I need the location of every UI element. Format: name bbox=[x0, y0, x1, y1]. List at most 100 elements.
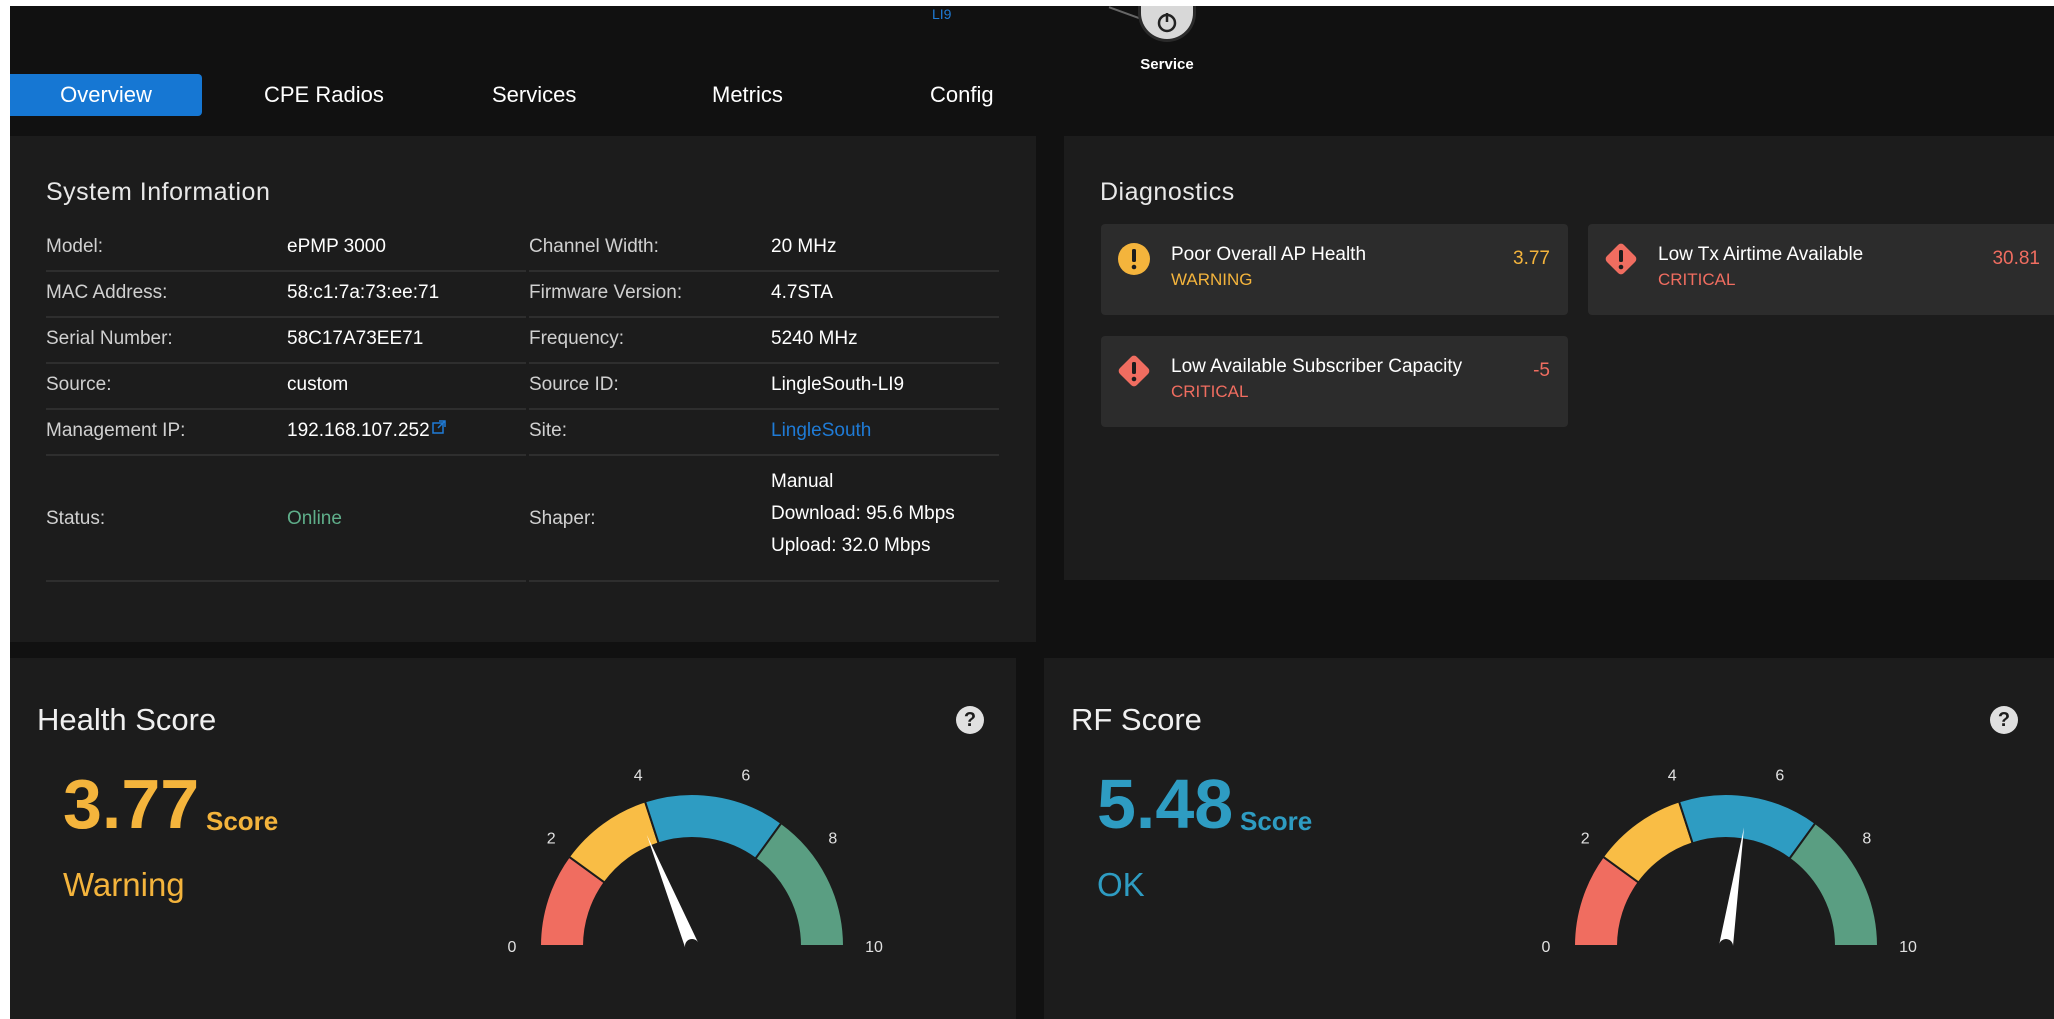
tab-bar: Overview CPE Radios Services Metrics Con… bbox=[10, 74, 1010, 122]
diagnostic-card[interactable]: Low Available Subscriber Capacity CRITIC… bbox=[1101, 336, 1568, 427]
gauge-tick-label: 8 bbox=[828, 831, 837, 848]
info-row-site: Site: LingleSouth bbox=[529, 410, 999, 456]
external-link-icon[interactable] bbox=[431, 420, 446, 434]
gauge-tick-label: 2 bbox=[1581, 831, 1590, 848]
rf-score-gauge: 0 2 4 6 8 10 bbox=[1542, 768, 1917, 956]
info-row-source-id: Source ID: LingleSouth-LI9 bbox=[529, 364, 999, 410]
info-label: Model: bbox=[46, 236, 104, 257]
info-row-source: Source: custom bbox=[46, 364, 526, 410]
health-score-gauge: 0 2 4 6 8 10 bbox=[508, 768, 883, 956]
info-row-firmware-version: Firmware Version: 4.7STA bbox=[529, 272, 999, 318]
health-score-unit: Score bbox=[206, 806, 279, 836]
info-row-channel-width: Channel Width: 20 MHz bbox=[529, 226, 999, 272]
critical-diamond-icon bbox=[1605, 243, 1637, 275]
shaper-mode: Manual bbox=[771, 471, 834, 492]
info-label: Management IP: bbox=[46, 420, 186, 441]
health-score-panel: Health Score ? 3.77 Score Warning 0 2 4 6 8 1… bbox=[10, 658, 1016, 1019]
management-ip-value: 192.168.107.252 bbox=[287, 420, 430, 441]
gauge-segment bbox=[1677, 793, 1817, 861]
app-screen: LI9 Service Overview CPE Radios Services… bbox=[10, 6, 2054, 1019]
diagnostic-level: CRITICAL bbox=[1171, 382, 1249, 401]
topology-link-label[interactable]: LI9 bbox=[932, 6, 951, 22]
gauge-tick-label: 0 bbox=[508, 939, 517, 956]
rf-score-value: 5.48 bbox=[1097, 765, 1234, 843]
gauge-tick-label: 4 bbox=[1668, 768, 1677, 785]
diagnostics-panel: Diagnostics Poor Overall AP Health WARNI… bbox=[1064, 136, 2054, 580]
info-value: LingleSouth-LI9 bbox=[771, 374, 905, 395]
diagnostic-value: 3.77 bbox=[1513, 248, 1550, 269]
shaper-upload: Upload: 32.0 Mbps bbox=[771, 535, 931, 556]
health-score-title: Health Score bbox=[37, 702, 217, 737]
gauge-tick-label: 6 bbox=[741, 768, 750, 785]
management-ip-link[interactable]: 192.168.107.252 bbox=[287, 420, 446, 442]
info-value: 4.7STA bbox=[771, 282, 833, 303]
info-value: 5240 MHz bbox=[771, 328, 858, 349]
info-label: Source: bbox=[46, 374, 112, 395]
info-value: 58:c1:7a:73:ee:71 bbox=[287, 282, 440, 303]
rf-score-status: OK bbox=[1097, 866, 1145, 903]
diagnostics-title: Diagnostics bbox=[1100, 178, 1235, 206]
tab-services[interactable]: Services bbox=[492, 74, 576, 116]
system-information-title: System Information bbox=[46, 178, 271, 206]
diagnostic-card[interactable]: Low Tx Airtime Available CRITICAL 30.81 bbox=[1588, 224, 2054, 315]
shaper-value: Manual Download: 95.6 Mbps Upload: 32.0 … bbox=[771, 466, 955, 562]
info-row-management-ip: Management IP: 192.168.107.252 bbox=[46, 410, 526, 456]
gauge-tick-label: 8 bbox=[1862, 831, 1871, 848]
gauge-tick-label: 4 bbox=[634, 768, 643, 785]
info-row-status: Status: Online bbox=[46, 456, 526, 582]
diagnostic-title: Low Available Subscriber Capacity bbox=[1171, 356, 1463, 377]
diagnostic-level: CRITICAL bbox=[1658, 270, 1736, 289]
info-row-mac-address: MAC Address: 58:c1:7a:73:ee:71 bbox=[46, 272, 526, 318]
info-row-serial-number: Serial Number: 58C17A73EE71 bbox=[46, 318, 526, 364]
gauge-tick-label: 0 bbox=[1542, 939, 1551, 956]
warning-circle-icon bbox=[1118, 243, 1150, 275]
info-row-shaper: Shaper: Manual Download: 95.6 Mbps Uploa… bbox=[529, 456, 999, 582]
gauge-tick-label: 10 bbox=[1899, 939, 1917, 956]
gauge-tick-label: 10 bbox=[865, 939, 883, 956]
diagnostic-title: Low Tx Airtime Available bbox=[1658, 244, 1864, 265]
info-label: Channel Width: bbox=[529, 236, 659, 257]
info-row-frequency: Frequency: 5240 MHz bbox=[529, 318, 999, 364]
info-value: 58C17A73EE71 bbox=[287, 328, 424, 349]
tab-config[interactable]: Config bbox=[930, 74, 994, 116]
power-icon bbox=[1157, 13, 1177, 33]
info-label: Frequency: bbox=[529, 328, 625, 349]
info-row-model: Model: ePMP 3000 bbox=[46, 226, 526, 272]
info-label: Shaper: bbox=[529, 508, 596, 529]
diagnostic-card[interactable]: Poor Overall AP Health WARNING 3.77 bbox=[1101, 224, 1568, 315]
tab-cpe-radios[interactable]: CPE Radios bbox=[264, 74, 384, 116]
info-label: Source ID: bbox=[529, 374, 619, 395]
info-value: 20 MHz bbox=[771, 236, 837, 257]
info-label: Firmware Version: bbox=[529, 282, 683, 303]
info-value: ePMP 3000 bbox=[287, 236, 386, 257]
rf-score-unit: Score bbox=[1240, 806, 1313, 836]
diagnostic-value: 30.81 bbox=[1992, 248, 2040, 269]
diagnostic-level: WARNING bbox=[1171, 270, 1253, 289]
gauge-tick-label: 6 bbox=[1775, 768, 1784, 785]
status-value: Online bbox=[287, 508, 342, 529]
rf-score-panel: RF Score ? 5.48 Score OK 0 2 4 6 8 10 bbox=[1044, 658, 2054, 1019]
info-label: Site: bbox=[529, 420, 568, 441]
site-link[interactable]: LingleSouth bbox=[771, 420, 871, 442]
gauge-needle bbox=[1719, 827, 1745, 948]
tab-overview[interactable]: Overview bbox=[10, 74, 202, 116]
service-node-label: Service bbox=[1140, 56, 1194, 73]
topology-connector bbox=[1108, 6, 1142, 20]
diagnostic-value: -5 bbox=[1533, 360, 1550, 381]
system-information-panel: System Information Model: ePMP 3000 MAC … bbox=[10, 136, 1036, 642]
info-value: custom bbox=[287, 374, 349, 395]
service-node-icon[interactable] bbox=[1138, 6, 1196, 42]
gauge-tick-label: 2 bbox=[547, 831, 556, 848]
diagnostic-title: Poor Overall AP Health bbox=[1171, 244, 1367, 265]
info-label: Serial Number: bbox=[46, 328, 173, 349]
gauge-segment bbox=[643, 793, 783, 861]
info-label: Status: bbox=[46, 508, 106, 529]
health-score-status: Warning bbox=[63, 866, 185, 903]
tab-metrics[interactable]: Metrics bbox=[712, 74, 783, 116]
rf-score-title: RF Score bbox=[1071, 702, 1202, 737]
help-icon[interactable]: ? bbox=[1990, 706, 2018, 734]
help-icon[interactable]: ? bbox=[956, 706, 984, 734]
gauge-needle bbox=[646, 834, 699, 949]
health-score-value: 3.77 bbox=[63, 765, 200, 843]
info-label: MAC Address: bbox=[46, 282, 168, 303]
